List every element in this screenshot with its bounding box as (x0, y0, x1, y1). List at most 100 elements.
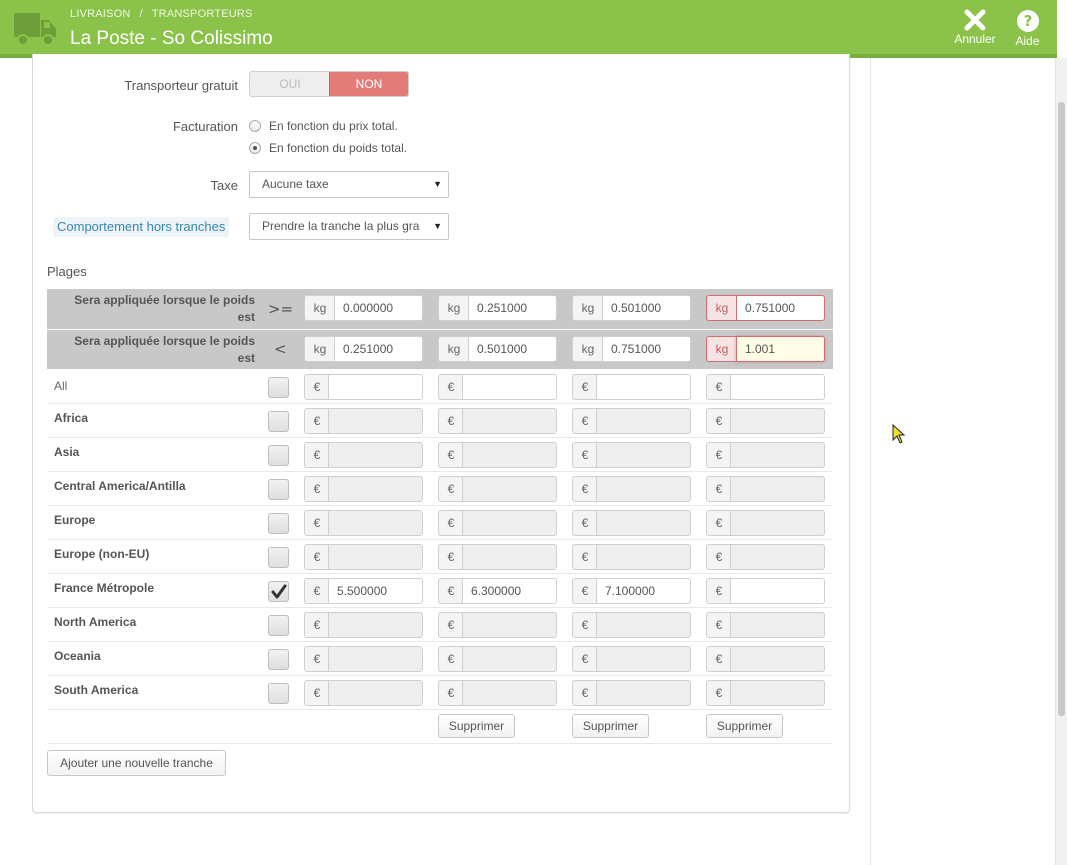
zone-checkbox[interactable] (268, 411, 289, 432)
zone-price-input[interactable] (730, 578, 825, 604)
zone-price-input[interactable] (462, 612, 557, 638)
tax-select[interactable]: Aucune taxe ▼ (249, 171, 449, 198)
zone-price-input[interactable] (462, 646, 557, 672)
delete-range-button[interactable]: Supprimer (572, 714, 649, 738)
breadcrumb-item-livraison[interactable]: LIVRAISON (70, 8, 131, 20)
free-shipping-yes[interactable]: OUI (250, 72, 330, 96)
zone-price-input[interactable] (596, 476, 691, 502)
range-to-input[interactable]: 0.501000 (468, 336, 557, 362)
zone-checkbox[interactable] (268, 377, 289, 398)
delete-range-button[interactable]: Supprimer (438, 714, 515, 738)
breadcrumb-item-transporteurs[interactable]: TRANSPORTEURS (152, 8, 253, 20)
weight-unit-addon: kg (438, 295, 469, 321)
zone-checkbox[interactable] (268, 649, 289, 670)
currency-addon: € (706, 476, 731, 502)
zone-price-input[interactable] (462, 680, 557, 706)
zone-price-input[interactable] (730, 442, 825, 468)
zone-price-input[interactable] (596, 544, 691, 570)
zone-price-input[interactable] (462, 442, 557, 468)
billing-radio-weight[interactable] (249, 142, 261, 154)
zone-price-input[interactable] (730, 646, 825, 672)
currency-addon: € (304, 374, 329, 400)
zone-checkbox[interactable] (268, 615, 289, 636)
zone-price-input[interactable] (328, 510, 423, 536)
zone-checkbox[interactable] (268, 683, 289, 704)
zone-price-input[interactable] (328, 408, 423, 434)
zone-price-input[interactable] (596, 374, 691, 400)
billing-radio-price[interactable] (249, 120, 261, 132)
scrollbar-thumb[interactable] (1058, 102, 1065, 716)
zone-price-input[interactable] (730, 544, 825, 570)
zone-checkbox[interactable] (268, 479, 289, 500)
zone-price-input[interactable] (596, 680, 691, 706)
weight-unit-addon: kg (304, 336, 335, 362)
currency-addon: € (706, 544, 731, 570)
zone-checkbox[interactable] (268, 445, 289, 466)
billing-label: Facturation (172, 119, 238, 134)
add-range-button[interactable]: Ajouter une nouvelle tranche (47, 750, 226, 776)
zone-price-input[interactable] (328, 612, 423, 638)
zone-price-input[interactable] (328, 680, 423, 706)
delete-range-button[interactable]: Supprimer (706, 714, 783, 738)
zone-price-input[interactable] (462, 374, 557, 400)
zone-price-input[interactable] (730, 374, 825, 400)
zone-checkbox[interactable] (268, 513, 289, 534)
zone-price-input[interactable] (462, 510, 557, 536)
currency-addon: € (572, 612, 597, 638)
zone-row: South America € € € € (47, 676, 833, 710)
zone-price-input[interactable] (596, 646, 691, 672)
zone-price-input[interactable] (328, 442, 423, 468)
zone-price-input[interactable]: 7.100000 (596, 578, 691, 604)
range-to-input[interactable]: 0.751000 (602, 336, 691, 362)
cancel-button[interactable]: Annuler (950, 9, 1000, 46)
currency-addon: € (304, 680, 329, 706)
zone-price-input[interactable] (596, 442, 691, 468)
zone-row: Central America/Antilla € € € € (47, 472, 833, 506)
zone-row: North America € € € € (47, 608, 833, 642)
range-from-input[interactable]: 0.251000 (468, 295, 557, 321)
zone-price-input[interactable] (596, 510, 691, 536)
zone-price-input[interactable] (462, 476, 557, 502)
zone-price-input[interactable] (462, 544, 557, 570)
zone-price-input[interactable] (730, 680, 825, 706)
range-from-input[interactable]: 0.501000 (602, 295, 691, 321)
zone-price-input[interactable] (328, 476, 423, 502)
zone-name: Africa (54, 411, 89, 425)
range-from-input[interactable]: 0.751000 (736, 295, 825, 321)
zone-price-input[interactable] (730, 408, 825, 434)
zone-price-input[interactable] (462, 408, 557, 434)
zone-price-input[interactable] (328, 646, 423, 672)
column-divider (870, 58, 871, 865)
zone-price-input[interactable] (328, 544, 423, 570)
billing-option-price[interactable]: En fonction du prix total. (249, 119, 398, 133)
zone-price-input[interactable] (596, 612, 691, 638)
checkmark-icon (271, 584, 287, 599)
out-of-range-select[interactable]: Prendre la tranche la plus grande ▼ (249, 213, 449, 240)
currency-addon: € (438, 408, 463, 434)
zone-price-input[interactable]: 6.300000 (462, 578, 557, 604)
zone-price-input[interactable] (328, 374, 423, 400)
range-from-input[interactable]: 0.000000 (334, 295, 423, 321)
range-to-input[interactable]: 1.001 (736, 336, 825, 362)
currency-addon: € (706, 374, 731, 400)
free-shipping-toggle[interactable]: OUI NON (249, 71, 409, 97)
help-button[interactable]: ? Aide (1010, 9, 1045, 48)
currency-addon: € (706, 680, 731, 706)
zone-price-input[interactable] (730, 510, 825, 536)
currency-addon: € (572, 510, 597, 536)
free-shipping-no[interactable]: NON (329, 72, 408, 96)
zone-checkbox[interactable] (268, 581, 289, 602)
zone-checkbox[interactable] (268, 547, 289, 568)
out-of-range-label: Comportement hors tranches (53, 217, 230, 237)
currency-addon: € (438, 510, 463, 536)
cancel-label: Annuler (954, 32, 996, 46)
currency-addon: € (572, 646, 597, 672)
currency-addon: € (304, 510, 329, 536)
zone-price-input[interactable]: 5.500000 (328, 578, 423, 604)
billing-option-weight[interactable]: En fonction du poids total. (249, 141, 407, 155)
currency-addon: € (304, 578, 329, 604)
zone-price-input[interactable] (730, 476, 825, 502)
zone-price-input[interactable] (730, 612, 825, 638)
range-to-input[interactable]: 0.251000 (334, 336, 423, 362)
zone-price-input[interactable] (596, 408, 691, 434)
